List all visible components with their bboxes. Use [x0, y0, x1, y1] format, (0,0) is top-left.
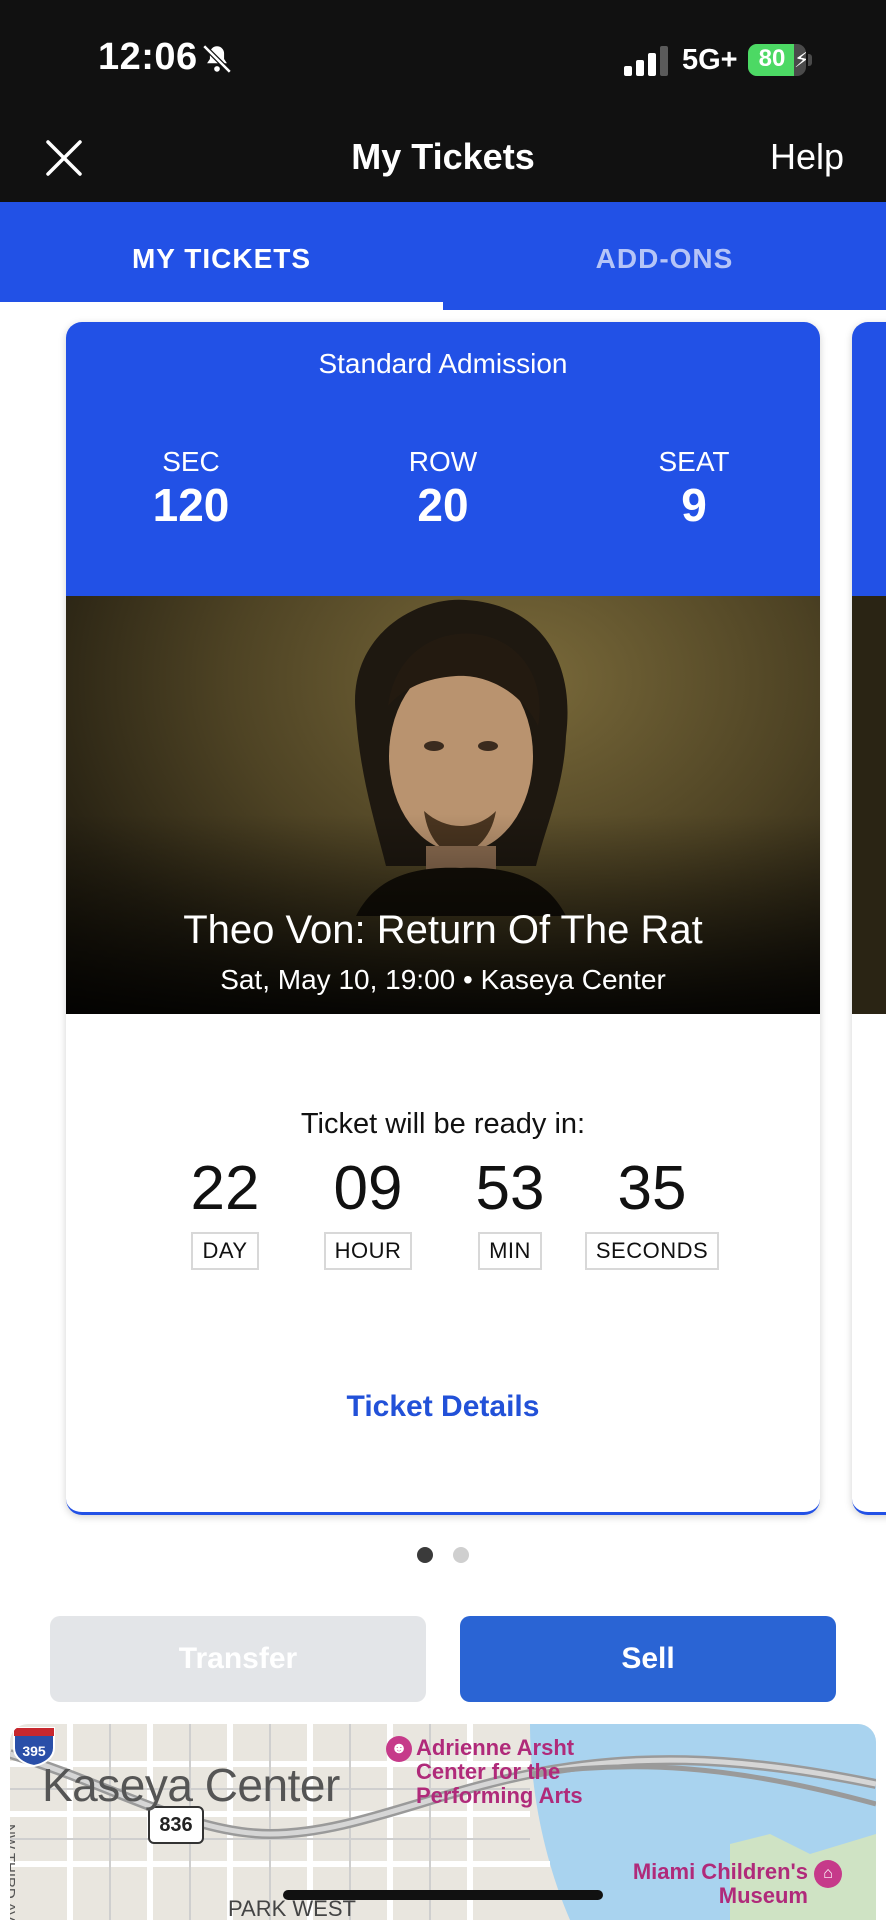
row-label: ROW: [408, 446, 478, 477]
interstate-number: 395: [22, 1743, 46, 1759]
section-label: SEC: [162, 446, 220, 477]
street-label-third-ave: NW THIRD AVE: [10, 1824, 18, 1920]
network-type: 5G+: [682, 44, 738, 76]
battery-charging-icon: 80 ⚡: [748, 44, 812, 76]
ready-label: Ticket will be ready in:: [300, 1108, 586, 1140]
event-title: Theo Von: Return Of The Rat: [183, 908, 703, 952]
poi-museum-label: Miami Children's Museum: [632, 1859, 808, 1908]
tab-my-tickets[interactable]: MY TICKETS: [0, 202, 443, 310]
countdown-hour-label: HOUR: [323, 1232, 413, 1270]
battery-level: 80: [758, 45, 786, 72]
countdown-seconds-value: 35: [617, 1154, 687, 1223]
row-info: ROW 20: [343, 446, 543, 532]
countdown-seconds: 35 SECONDS: [582, 1156, 722, 1270]
section-value: 120: [152, 479, 230, 531]
nav-bar: My Tickets Help: [0, 120, 886, 202]
theater-icon: ☻: [386, 1736, 412, 1762]
countdown-min-value: 53: [475, 1154, 545, 1223]
tab-bar: MY TICKETS ADD-ONS: [0, 202, 886, 310]
seat-value: 9: [681, 479, 707, 531]
pager-dot[interactable]: [453, 1547, 469, 1563]
countdown-day-label: DAY: [191, 1232, 259, 1270]
countdown-min-label: MIN: [478, 1232, 542, 1270]
bell-slash-icon: [202, 44, 232, 74]
map-poi-childrens-museum[interactable]: Miami Children's Museum⌂: [628, 1860, 842, 1908]
sell-button[interactable]: Sell: [460, 1616, 836, 1702]
bolt-icon: ⚡: [794, 47, 806, 72]
ticket-details-link[interactable]: Ticket Details: [66, 1390, 820, 1424]
event-image: Theo Von: Return Of The Rat Sat, May 10,…: [66, 596, 820, 1014]
section-info: SEC 120: [91, 446, 291, 532]
status-time: 12:06: [98, 36, 198, 78]
status-bar: 12:06 5G+ 80 ⚡: [0, 0, 886, 120]
map-poi-arsht-center[interactable]: ☻ Adrienne Arsht Center for the Performin…: [386, 1736, 586, 1808]
countdown-hour-value: 09: [333, 1154, 403, 1223]
event-date-venue: Sat, May 10, 19:00 • Kaseya Center: [220, 964, 666, 995]
countdown-day: 22 DAY: [155, 1156, 295, 1270]
countdown-min: 53 MIN: [440, 1156, 580, 1270]
home-indicator[interactable]: [283, 1890, 603, 1900]
signal-icon: [624, 46, 668, 76]
next-ticket-card[interactable]: [852, 322, 886, 1515]
ticket-card[interactable]: Standard Admission SEC 120 ROW 20 SEAT 9…: [66, 322, 820, 1515]
countdown-day-value: 22: [190, 1154, 260, 1223]
tab-add-ons[interactable]: ADD-ONS: [443, 202, 886, 310]
seat-label: SEAT: [658, 446, 730, 477]
pager-dot-active[interactable]: [417, 1547, 433, 1563]
page-title: My Tickets: [351, 136, 535, 177]
transfer-button[interactable]: Transfer: [50, 1616, 426, 1702]
tab-indicator: [0, 302, 443, 310]
countdown-seconds-label: SECONDS: [584, 1232, 720, 1270]
museum-icon: ⌂: [814, 1860, 842, 1888]
ticket-header: Standard Admission SEC 120 ROW 20 SEAT 9: [66, 322, 820, 596]
countdown-hour: 09 HOUR: [298, 1156, 438, 1270]
seat-info: SEAT 9: [594, 446, 794, 532]
poi-arsht-label: Adrienne Arsht Center for the Performing…: [416, 1735, 583, 1808]
admission-type: Standard Admission: [318, 348, 568, 379]
row-value: 20: [417, 479, 469, 531]
map-venue-label: Kaseya Center: [42, 1759, 340, 1811]
help-button[interactable]: Help: [770, 136, 844, 178]
